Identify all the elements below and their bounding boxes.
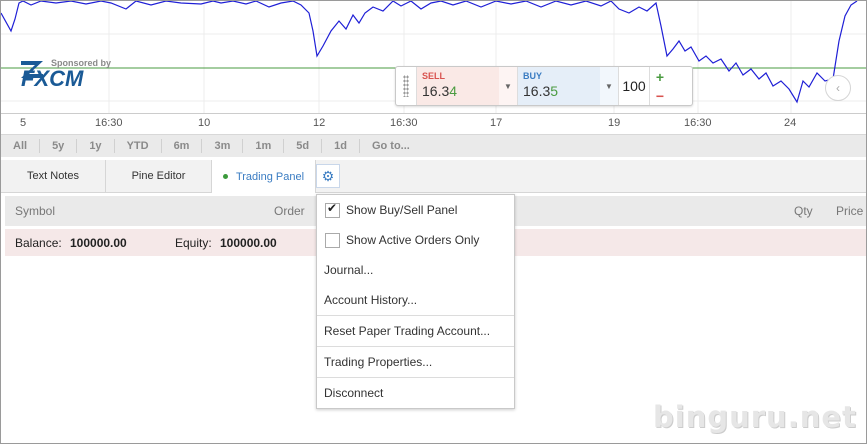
range-5y[interactable]: 5y (40, 139, 78, 153)
sell-button[interactable]: SELL 16.34 ▼ (417, 67, 518, 105)
range-3m[interactable]: 3m (202, 139, 244, 153)
menu-item-show-active-orders-only[interactable]: Show Active Orders Only (317, 225, 514, 255)
sell-price-main: 16.3 (422, 83, 450, 99)
menu-item-account-history[interactable]: Account History... (317, 285, 514, 315)
sponsor-block[interactable]: Sponsored by FXCM (19, 58, 111, 90)
time-tick: 12 (313, 117, 326, 129)
gear-icon: ⚙ (321, 167, 335, 184)
fxcm-logo[interactable]: FXCM (19, 61, 111, 90)
range-5d[interactable]: 5d (284, 139, 323, 153)
column-price[interactable]: Price (836, 204, 863, 218)
bottom-panel-tabs: Text Notes Pine Editor Trading Panel (1, 160, 866, 193)
time-tick: 5 (20, 117, 27, 129)
watermark-text: binguru.net (653, 400, 857, 434)
menu-item-label: Account History... (324, 293, 418, 307)
balance-value: 100000.00 (70, 236, 127, 250)
column-qty[interactable]: Qty (794, 204, 813, 218)
equity-label: Equity: (175, 236, 212, 250)
menu-item-label: Disconnect (324, 386, 384, 400)
connected-status-dot (222, 174, 228, 179)
fxcm-z-icon (21, 61, 43, 78)
checkbox-checked-icon[interactable] (325, 201, 340, 218)
range-all[interactable]: All (1, 139, 41, 153)
range-1d[interactable]: 1d (322, 139, 360, 153)
range-6m[interactable]: 6m (162, 139, 203, 153)
time-tick: 19 (608, 117, 621, 129)
time-tick: 16:30 (390, 117, 418, 129)
menu-item-show-buy-sell-panel[interactable]: Show Buy/Sell Panel (317, 195, 514, 225)
tab-label: Trading Panel (235, 170, 305, 183)
checkbox-unchecked-icon[interactable] (325, 232, 340, 248)
tab-trading-panel[interactable]: Trading Panel (212, 160, 316, 193)
tab-label: Pine Editor (131, 170, 186, 182)
menu-item-trading-properties[interactable]: Trading Properties... (317, 347, 514, 377)
buy-sell-panel: SELL 16.34 ▼ BUY 16.35 ▼ 100 + − (395, 66, 693, 106)
menu-item-label: Show Buy/Sell Panel (346, 203, 458, 217)
time-tick: 16:30 (684, 117, 712, 129)
sell-dropdown-icon[interactable]: ▼ (499, 67, 517, 105)
trading-panel-settings-button[interactable]: ⚙ (316, 164, 340, 188)
menu-item-label: Trading Properties... (324, 355, 433, 369)
trading-panel-settings-menu: Show Buy/Sell Panel Show Active Orders O… (316, 194, 515, 409)
balance-label: Balance: (15, 236, 62, 250)
menu-item-disconnect[interactable]: Disconnect (317, 378, 514, 408)
tab-pine-editor[interactable]: Pine Editor (106, 160, 212, 192)
quantity-input[interactable]: 100 (619, 67, 650, 105)
scroll-left-button[interactable]: ‹ (825, 75, 851, 101)
price-chart[interactable]: Sponsored by FXCM SELL 16.34 ▼ BUY 16.35… (1, 1, 866, 113)
buy-price-last-digit: 5 (550, 83, 559, 99)
date-range-bar: All 5y 1y YTD 6m 3m 1m 5d 1d Go to... (1, 134, 866, 157)
tab-label: Text Notes (27, 170, 79, 182)
time-tick: 17 (490, 117, 503, 129)
tab-text-notes[interactable]: Text Notes (1, 160, 106, 192)
time-tick: 16:30 (95, 117, 123, 129)
menu-item-reset-paper-trading[interactable]: Reset Paper Trading Account... (317, 316, 514, 346)
menu-item-label: Reset Paper Trading Account... (324, 324, 491, 338)
time-axis[interactable]: 5 16:30 10 12 16:30 17 19 16:30 24 (1, 113, 866, 134)
quantity-stepper: + − (650, 67, 670, 105)
time-tick: 24 (784, 117, 797, 129)
menu-item-journal[interactable]: Journal... (317, 255, 514, 285)
grip-icon (403, 75, 409, 97)
range-1y[interactable]: 1y (77, 139, 115, 153)
menu-item-label: Journal... (324, 263, 374, 277)
buy-price-main: 16.3 (523, 83, 551, 99)
drag-handle[interactable] (396, 67, 417, 105)
buy-button[interactable]: BUY 16.35 ▼ (518, 67, 619, 105)
menu-item-label: Show Active Orders Only (346, 233, 480, 247)
time-tick: 10 (198, 117, 211, 129)
column-order[interactable]: Order (274, 204, 305, 218)
sell-price-last-digit: 4 (449, 83, 458, 99)
range-go-to[interactable]: Go to... (360, 139, 422, 153)
app-frame: Sponsored by FXCM SELL 16.34 ▼ BUY 16.35… (0, 0, 867, 444)
range-ytd[interactable]: YTD (115, 139, 162, 153)
increase-quantity-button[interactable]: + (650, 67, 670, 86)
chevron-left-icon: ‹ (836, 81, 840, 95)
column-symbol[interactable]: Symbol (15, 204, 55, 218)
decrease-quantity-button[interactable]: − (650, 86, 670, 105)
range-1m[interactable]: 1m (243, 139, 285, 153)
buy-dropdown-icon[interactable]: ▼ (600, 67, 618, 105)
equity-value: 100000.00 (220, 236, 277, 250)
